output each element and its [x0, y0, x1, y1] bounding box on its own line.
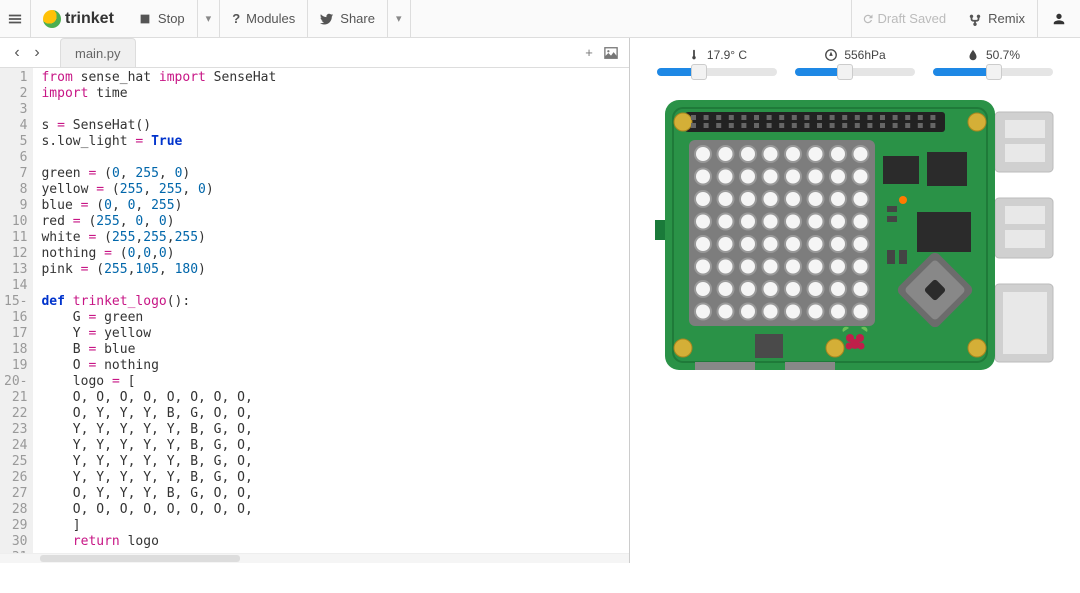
image-icon [604, 46, 618, 60]
code-editor[interactable]: 123456789101112131415-1617181920-2122232… [0, 68, 629, 553]
editor-pane: ‹ › main.py + 123456789101112131415-1617… [0, 38, 630, 563]
user-menu[interactable] [1037, 0, 1080, 37]
line-gutter: 123456789101112131415-1617181920-2122232… [0, 68, 33, 553]
upload-button[interactable] [601, 43, 621, 63]
stop-icon [138, 12, 152, 26]
stop-button[interactable]: Stop [126, 0, 198, 37]
pressure-sensor: 556hPa [795, 48, 915, 76]
top-toolbar: trinket Stop ? Modules Share Draft Saved… [0, 0, 1080, 38]
pressure-value: 556hPa [844, 48, 885, 62]
fork-icon [968, 12, 982, 26]
add-file-button[interactable]: + [579, 43, 599, 63]
file-tab-row: ‹ › main.py + [0, 38, 629, 68]
modules-button[interactable]: ? Modules [220, 0, 308, 37]
question-icon: ? [232, 11, 240, 26]
history-back[interactable]: ‹ [8, 44, 26, 62]
horizontal-scrollbar[interactable] [0, 553, 629, 563]
share-button[interactable]: Share [308, 0, 388, 37]
file-tab-main[interactable]: main.py [60, 38, 136, 67]
pressure-icon [824, 48, 838, 62]
remix-button[interactable]: Remix [956, 0, 1037, 37]
user-icon [1052, 12, 1066, 26]
share-dropdown[interactable] [388, 0, 411, 37]
brand-text: trinket [65, 10, 114, 28]
twitter-icon [320, 12, 334, 26]
menu-button[interactable] [0, 0, 31, 37]
sense-hat-emulator[interactable] [630, 80, 1080, 390]
humidity-icon [966, 48, 980, 62]
output-pane: 17.9° C 556hPa [630, 38, 1080, 563]
refresh-icon [862, 13, 874, 25]
scrollbar-thumb[interactable] [40, 555, 240, 562]
temperature-value: 17.9° C [707, 48, 747, 62]
trinket-logo-icon [43, 10, 61, 28]
humidity-slider[interactable] [933, 68, 1053, 76]
history-forward[interactable]: › [28, 44, 46, 62]
sensor-controls: 17.9° C 556hPa [630, 38, 1080, 80]
draft-saved-status: Draft Saved [851, 0, 957, 37]
stop-dropdown[interactable] [198, 0, 221, 37]
pressure-slider[interactable] [795, 68, 915, 76]
temperature-sensor: 17.9° C [657, 48, 777, 76]
humidity-sensor: 50.7% [933, 48, 1053, 76]
temperature-slider[interactable] [657, 68, 777, 76]
thermometer-icon [687, 48, 701, 62]
humidity-value: 50.7% [986, 48, 1020, 62]
sense-hat-board-svg [655, 100, 1055, 390]
brand-logo[interactable]: trinket [31, 10, 126, 28]
hamburger-icon [8, 12, 22, 26]
